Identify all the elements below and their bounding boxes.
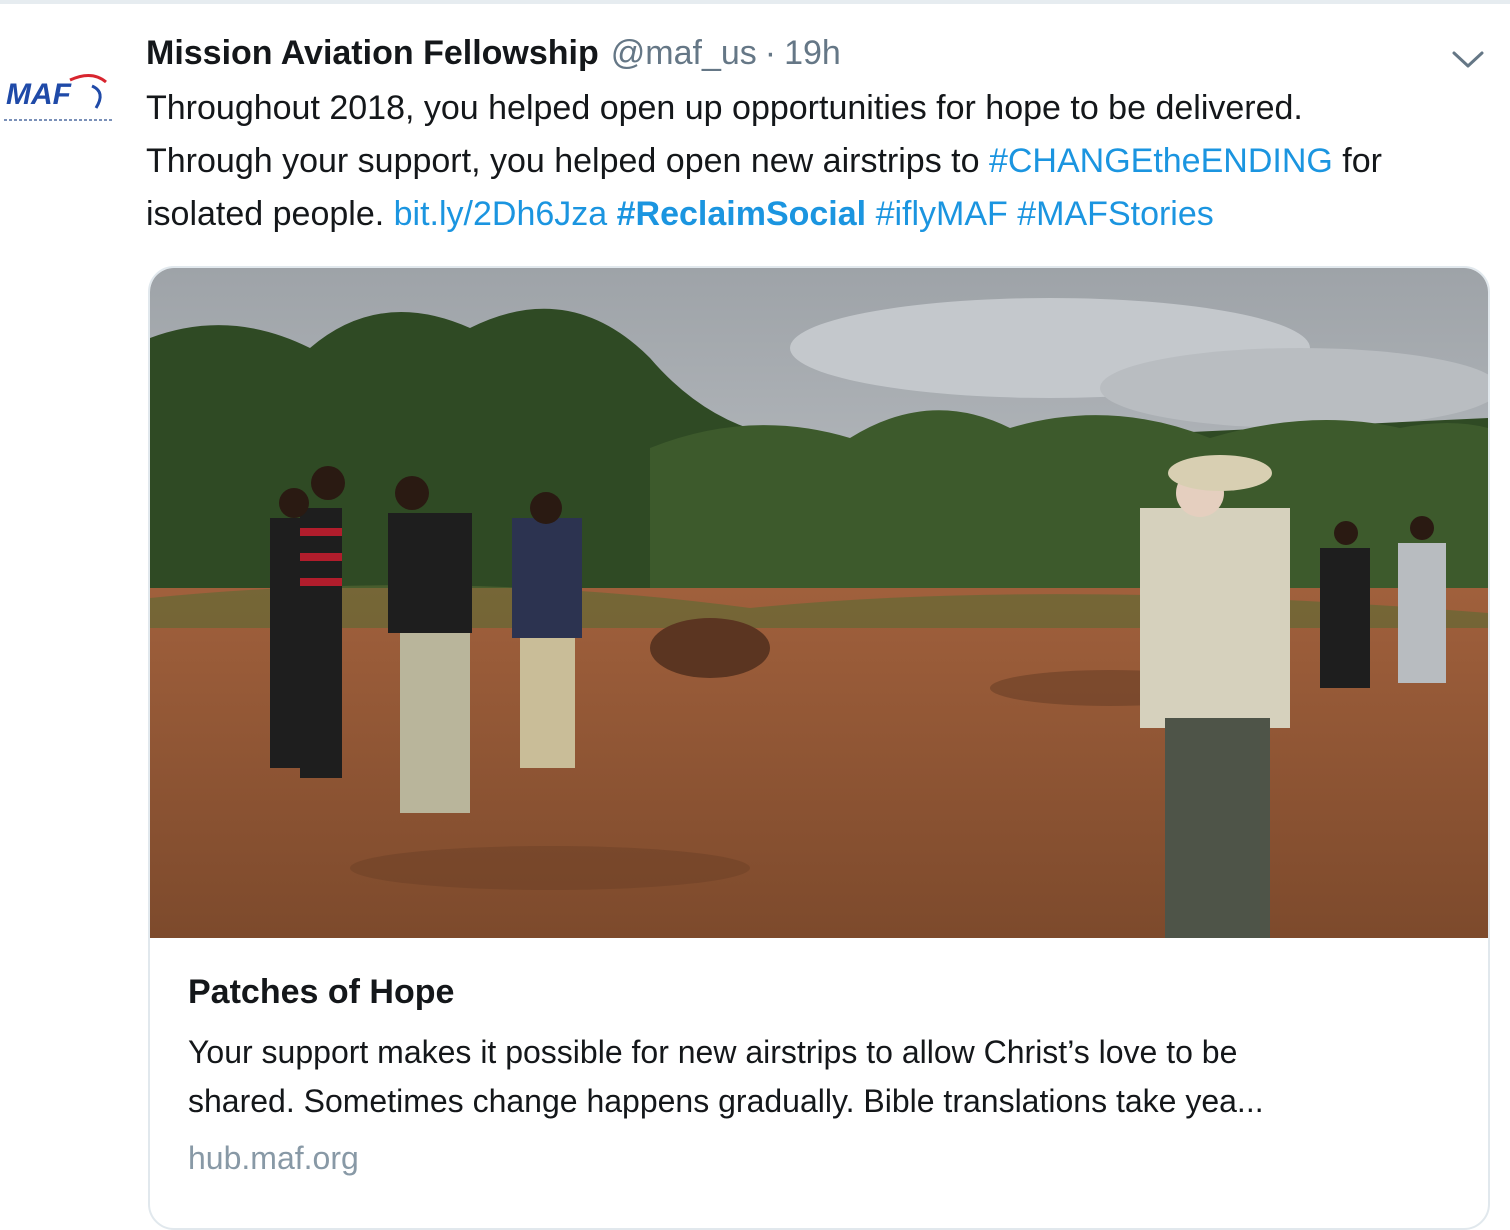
hashtag-mafstories[interactable]: #MAFStories bbox=[1017, 195, 1214, 233]
tweet-timestamp[interactable]: 19h bbox=[784, 34, 841, 73]
card-image bbox=[150, 268, 1488, 938]
tweet-text-segment: for bbox=[1332, 142, 1382, 180]
separator-dot: · bbox=[764, 34, 777, 72]
hashtag-iflymaf[interactable]: #iflyMAF bbox=[876, 195, 1008, 233]
card-title: Patches of Hope bbox=[188, 973, 455, 1011]
tweet-text-segment: Through your support, you helped open ne… bbox=[146, 142, 989, 180]
chevron-down-icon bbox=[1452, 51, 1484, 68]
short-link[interactable]: bit.ly/2Dh6Jza bbox=[394, 195, 608, 233]
display-name[interactable]: Mission Aviation Fellowship bbox=[146, 34, 599, 73]
tweet-text: Throughout 2018, you helped open up oppo… bbox=[146, 82, 1506, 241]
hashtag-reclaimsocial[interactable]: #ReclaimSocial bbox=[617, 195, 866, 233]
tweet-header: Mission Aviation Fellowship @maf_us · 19… bbox=[146, 34, 841, 78]
tweet-text-line-1: Throughout 2018, you helped open up oppo… bbox=[146, 82, 1506, 135]
tweet-text-segment: Throughout 2018, you helped open up oppo… bbox=[146, 89, 1303, 127]
hashtag-changetheending[interactable]: #CHANGEtheENDING bbox=[989, 142, 1333, 180]
card-domain: hub.maf.org bbox=[188, 1140, 359, 1176]
user-handle[interactable]: @maf_us bbox=[611, 34, 757, 73]
avatar[interactable]: MAF bbox=[0, 66, 118, 134]
tweet-text-line-3: isolated people. bit.ly/2Dh6Jza #Reclaim… bbox=[146, 188, 1506, 241]
card-body: Patches of Hope Your support makes it po… bbox=[188, 968, 1458, 1182]
tweet-text-line-2: Through your support, you helped open ne… bbox=[146, 135, 1506, 188]
card-description: Your support makes it possible for new a… bbox=[188, 1028, 1458, 1126]
link-preview-card[interactable]: Patches of Hope Your support makes it po… bbox=[148, 266, 1490, 1230]
timeline-divider bbox=[0, 0, 1510, 4]
card-description-line-1: Your support makes it possible for new a… bbox=[188, 1034, 1238, 1070]
maf-logo-icon: MAF bbox=[4, 74, 112, 121]
tweet-text-segment: isolated people. bbox=[146, 195, 394, 233]
more-options-caret[interactable] bbox=[1448, 44, 1488, 74]
avatar-logo-text: MAF bbox=[6, 78, 72, 111]
card-description-line-2: shared. Sometimes change happens gradual… bbox=[188, 1083, 1264, 1119]
